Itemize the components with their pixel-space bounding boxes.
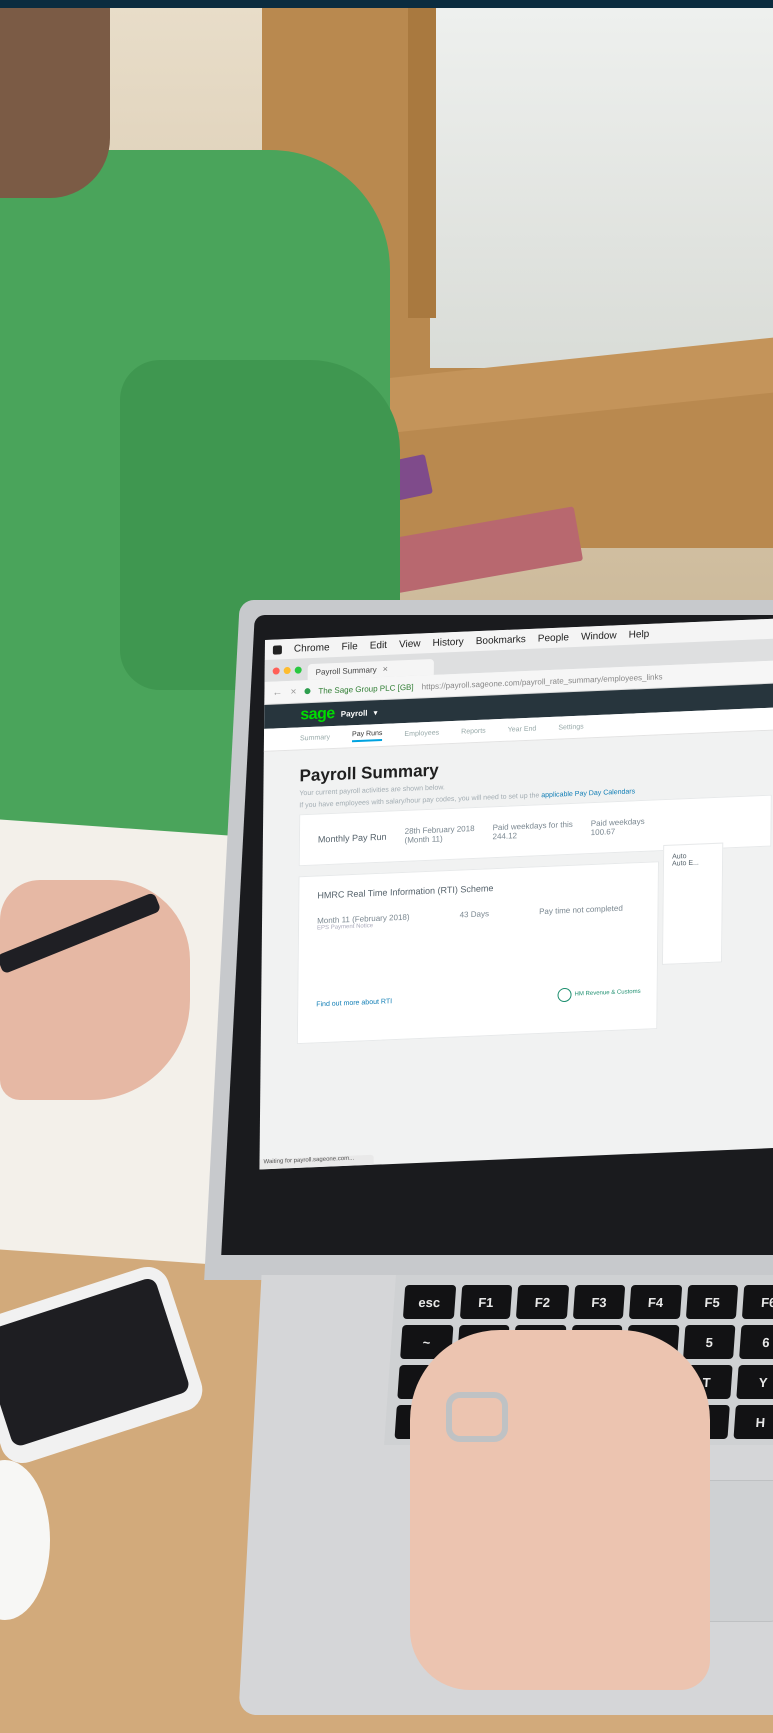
- pay-run-label: Monthly Pay Run: [317, 831, 387, 845]
- laptop-screen: Chrome File Edit View History Bookmarks …: [259, 618, 773, 1170]
- crown-crest-icon: [557, 987, 572, 1003]
- menubar-item[interactable]: Chrome: [294, 642, 330, 654]
- pay-run-col1: Paid weekdays for this 244.12: [492, 820, 572, 841]
- pay-day-calendars-link[interactable]: applicable Pay Day Calendars: [541, 788, 635, 799]
- window-controls: [272, 666, 302, 675]
- pay-run-col2: Paid weekdays 100.67: [591, 817, 645, 837]
- sage-logo[interactable]: sage: [300, 705, 335, 724]
- site-identity: The Sage Group PLC [GB]: [318, 682, 414, 696]
- rti-status: Pay time not completed: [539, 903, 623, 917]
- tab-year-end[interactable]: Year End: [508, 725, 537, 733]
- address-url[interactable]: https://payroll.sageone.com/payroll_rate…: [422, 672, 663, 691]
- menubar-item[interactable]: History: [432, 636, 463, 648]
- minimize-window-button[interactable]: [283, 666, 291, 675]
- keyboard-key[interactable]: H: [733, 1405, 773, 1439]
- window-mullion: [408, 8, 436, 318]
- tab-reports[interactable]: Reports: [461, 727, 486, 735]
- person-hand-left: [0, 880, 190, 1100]
- rti-title: HMRC Real Time Information (RTI) Scheme: [317, 883, 494, 901]
- pay-run-period: (Month 11): [404, 834, 443, 845]
- keyboard-key[interactable]: 6: [739, 1325, 773, 1359]
- menubar-item[interactable]: Edit: [370, 639, 387, 651]
- tab-pay-runs[interactable]: Pay Runs: [351, 729, 383, 742]
- zoom-window-button[interactable]: [294, 666, 302, 674]
- stop-loading-icon[interactable]: ×: [290, 686, 296, 697]
- close-window-button[interactable]: [272, 667, 280, 675]
- photo-scene: Chrome File Edit View History Bookmarks …: [0, 0, 773, 1733]
- rti-info-link[interactable]: Find out more about RTI: [316, 998, 392, 1008]
- keyboard-key[interactable]: esc: [402, 1285, 456, 1319]
- col2-value: 100.67: [590, 827, 616, 838]
- menubar-item[interactable]: File: [342, 641, 358, 653]
- rti-card: HMRC Real Time Information (RTI) Scheme …: [296, 861, 660, 1045]
- tab-settings[interactable]: Settings: [558, 723, 583, 731]
- secure-lock-icon: [304, 688, 311, 695]
- hmrc-badge: HM Revenue & Customs: [557, 985, 641, 1003]
- top-color-bar: [0, 0, 773, 8]
- keyboard-key[interactable]: F2: [516, 1285, 569, 1319]
- back-arrow-icon[interactable]: ←: [272, 687, 282, 698]
- keyboard-key[interactable]: F5: [685, 1285, 739, 1319]
- col1-value: 244.12: [492, 831, 518, 842]
- col2-label: Paid weekdays: [590, 816, 645, 829]
- tab-title: Payroll Summary: [315, 664, 377, 677]
- keyboard-key[interactable]: F4: [629, 1285, 683, 1319]
- keyboard-key[interactable]: Y: [736, 1365, 773, 1399]
- product-name[interactable]: Payroll: [341, 708, 368, 718]
- close-tab-icon[interactable]: ×: [383, 664, 388, 674]
- side-card-line: Auto E...: [671, 859, 699, 868]
- menubar-item[interactable]: View: [399, 638, 421, 650]
- keyboard-key[interactable]: F6: [742, 1285, 773, 1319]
- menubar-item[interactable]: Window: [581, 630, 617, 642]
- person-hair: [0, 8, 110, 198]
- pay-run-date: 28th February 2018 (Month 11): [405, 824, 475, 845]
- rti-row: Month 11 (February 2018) EPS Payment Not…: [317, 903, 640, 932]
- keyboard-key[interactable]: F1: [459, 1285, 513, 1319]
- rti-month-block: Month 11 (February 2018) EPS Payment Not…: [317, 913, 410, 932]
- hmrc-badge-text: HM Revenue & Customs: [574, 988, 641, 998]
- person-hand-typing: [410, 1330, 710, 1690]
- menubar-item[interactable]: People: [538, 632, 569, 644]
- col1-label: Paid weekdays for this: [492, 819, 573, 833]
- window-glass: [430, 8, 773, 368]
- tab-employees[interactable]: Employees: [404, 729, 439, 737]
- chevron-down-icon[interactable]: ▾: [373, 708, 377, 717]
- keyboard-key[interactable]: F3: [572, 1285, 626, 1319]
- rti-days: 43 Days: [459, 909, 490, 920]
- menubar-item[interactable]: Help: [629, 628, 650, 640]
- side-card[interactable]: Auto Auto E...: [661, 842, 724, 965]
- apple-icon[interactable]: [272, 644, 282, 655]
- tab-summary[interactable]: Summary: [300, 734, 330, 742]
- menubar-item[interactable]: Bookmarks: [476, 634, 526, 647]
- keyboard-key[interactable]: 5: [682, 1325, 736, 1359]
- silver-ring: [446, 1392, 508, 1442]
